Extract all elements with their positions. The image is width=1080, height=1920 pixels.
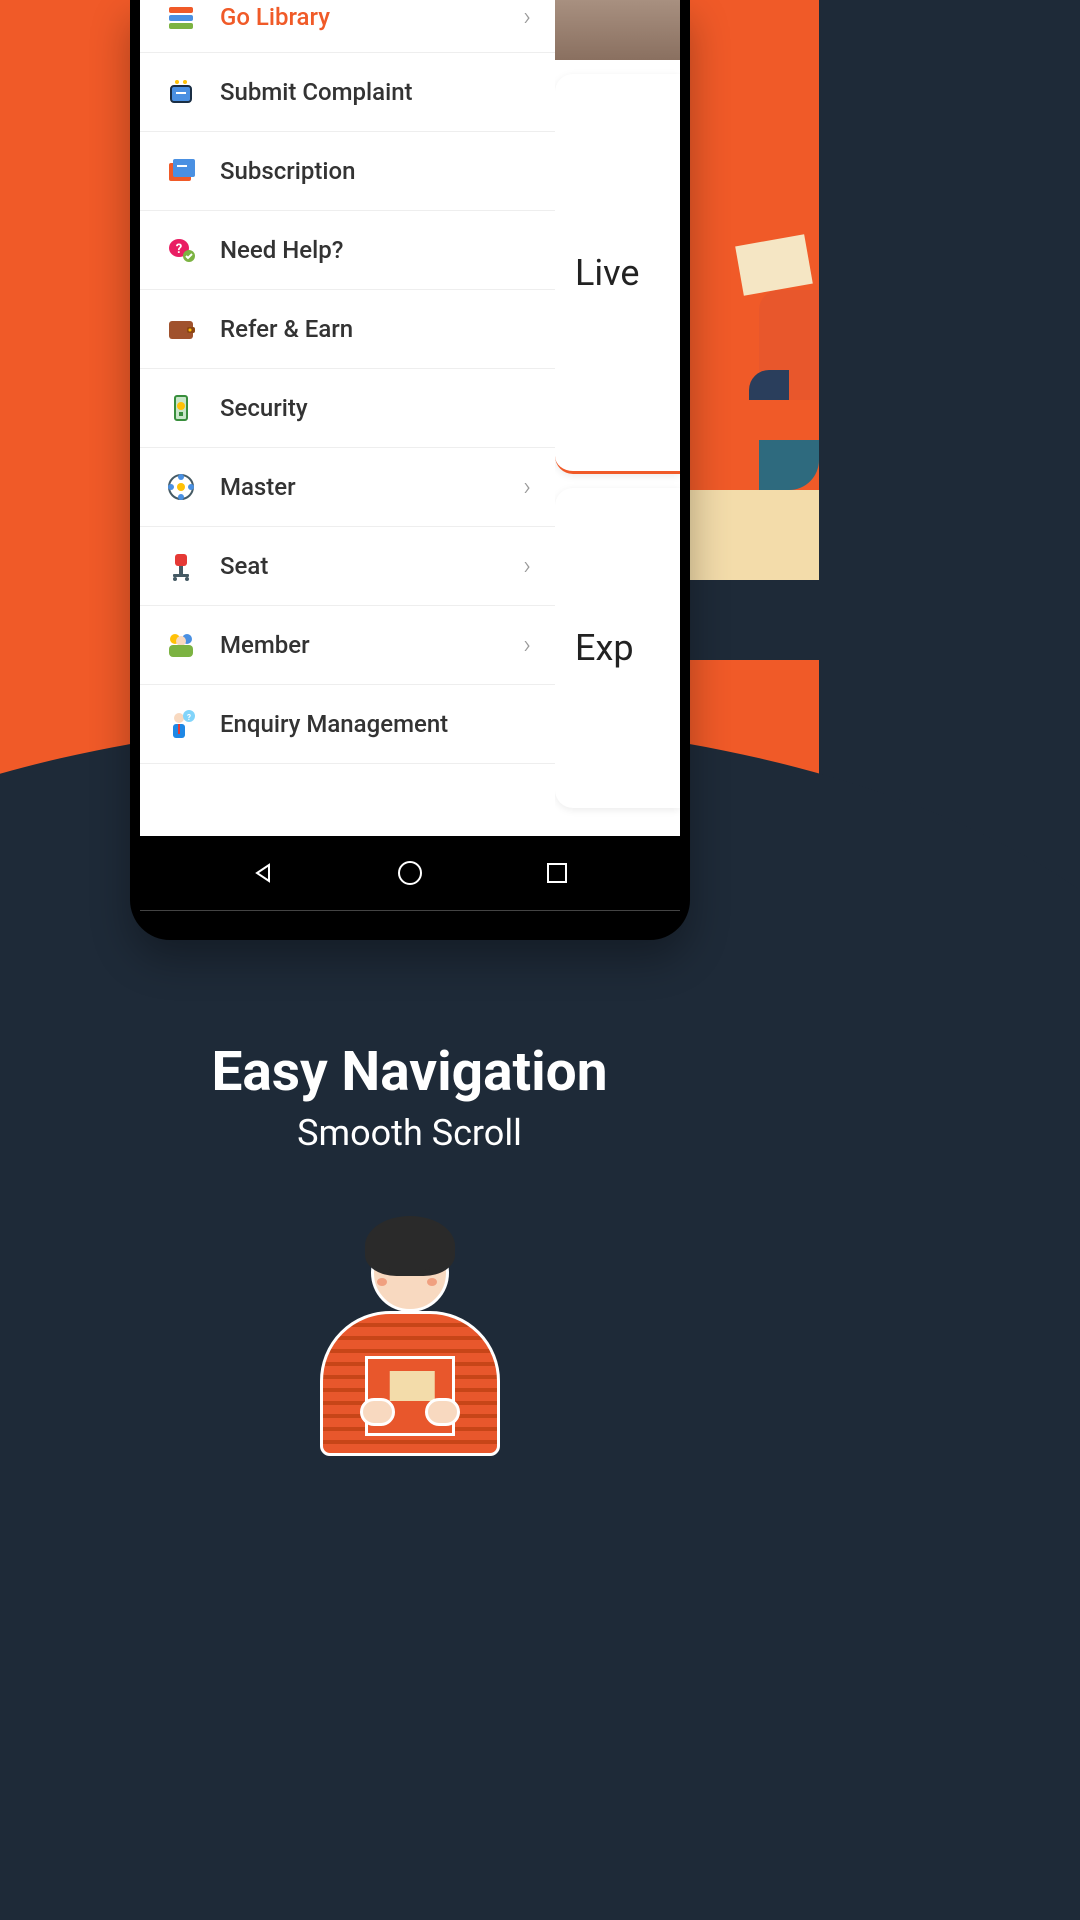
menu-item-need-help[interactable]: ? Need Help? — [140, 211, 555, 290]
menu-item-submit-complaint[interactable]: Submit Complaint — [140, 53, 555, 132]
android-home-button[interactable] — [392, 855, 428, 891]
promo-subtitle: Smooth Scroll — [0, 1112, 819, 1154]
promo-title-area: Easy Navigation Smooth Scroll — [0, 1040, 819, 1154]
member-icon — [164, 628, 198, 662]
menu-item-label: Go Library — [220, 3, 523, 31]
menu-item-label: Need Help? — [220, 236, 531, 264]
security-icon — [164, 391, 198, 425]
menu-item-refer-earn[interactable]: Refer & Earn — [140, 290, 555, 369]
seat-icon — [164, 549, 198, 583]
menu-item-enquiry-management[interactable]: ? Enquiry Management — [140, 685, 555, 764]
menu-item-label: Subscription — [220, 157, 531, 185]
menu-item-member[interactable]: Member › — [140, 606, 555, 685]
phone-mockup-frame: Live Exp Go Library › Submit Complaint — [130, 0, 690, 940]
menu-item-label: Member — [220, 631, 523, 659]
menu-item-label: Refer & Earn — [220, 315, 531, 343]
complaint-icon — [164, 75, 198, 109]
menu-item-label: Enquiry Management — [220, 710, 531, 738]
live-card-label: Live — [575, 252, 639, 294]
menu-item-label: Submit Complaint — [220, 78, 531, 106]
book-stack-illustration — [689, 380, 819, 660]
menu-item-seat[interactable]: Seat › — [140, 527, 555, 606]
menu-item-label: Security — [220, 394, 531, 422]
promo-title: Easy Navigation — [0, 1040, 819, 1104]
svg-text:?: ? — [187, 713, 191, 722]
help-icon: ? — [164, 233, 198, 267]
chevron-right-icon: › — [523, 472, 531, 502]
master-icon — [164, 470, 198, 504]
menu-item-master[interactable]: Master › — [140, 448, 555, 527]
navigation-drawer[interactable]: Go Library › Submit Complaint Subscripti… — [140, 0, 555, 836]
menu-item-go-library[interactable]: Go Library › — [140, 0, 555, 53]
peek-header-image — [555, 0, 680, 60]
reading-character-illustration — [305, 1216, 515, 1456]
menu-item-security[interactable]: Security — [140, 369, 555, 448]
menu-item-label: Master — [220, 473, 523, 501]
menu-item-subscription[interactable]: Subscription — [140, 132, 555, 211]
exp-card-label: Exp — [575, 627, 634, 669]
android-navigation-bar — [140, 836, 680, 911]
enquiry-icon: ? — [164, 707, 198, 741]
exp-card[interactable]: Exp — [555, 488, 680, 808]
live-card[interactable]: Live — [555, 74, 680, 474]
menu-item-label: Seat — [220, 552, 523, 580]
svg-text:?: ? — [176, 242, 182, 257]
wallet-icon — [164, 312, 198, 346]
subscription-icon — [164, 154, 198, 188]
android-back-button[interactable] — [245, 855, 281, 891]
chevron-right-icon: › — [523, 630, 531, 660]
chevron-right-icon: › — [523, 551, 531, 581]
content-peek-area: Live Exp — [555, 0, 680, 836]
reader-illustration — [719, 200, 819, 400]
chevron-right-icon: › — [523, 2, 531, 32]
books-icon — [164, 0, 198, 34]
android-recent-button[interactable] — [539, 855, 575, 891]
phone-screen: Live Exp Go Library › Submit Complaint — [140, 0, 680, 836]
